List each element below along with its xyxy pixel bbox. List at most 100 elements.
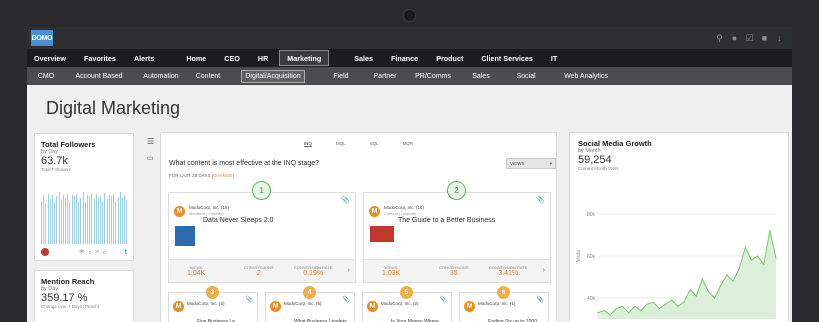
data-point[interactable] <box>732 280 734 282</box>
tab-mqr[interactable]: MQR <box>403 141 414 147</box>
followers-bars <box>41 174 127 244</box>
data-point[interactable] <box>769 230 771 232</box>
nav-ceo[interactable]: CEO <box>217 49 247 67</box>
subnav-sales[interactable]: Sales <box>459 67 503 85</box>
nav-favorites[interactable]: Favorites <box>77 49 123 67</box>
data-point[interactable] <box>621 305 624 307</box>
nav-overview[interactable]: Overview <box>27 49 73 67</box>
org-avatar: M <box>174 206 185 217</box>
data-point[interactable] <box>726 274 728 276</box>
data-point[interactable] <box>603 310 605 312</box>
attach-icon[interactable]: 📎 <box>536 196 545 204</box>
attach-icon[interactable]: 📎 <box>343 296 350 303</box>
chevron-right-icon[interactable]: › <box>348 267 350 274</box>
subnav-field[interactable]: Field <box>319 67 363 85</box>
follower-bar <box>115 200 117 244</box>
data-point[interactable] <box>775 257 777 259</box>
data-point[interactable] <box>634 305 636 307</box>
nav-client-services[interactable]: Client Services <box>474 49 540 67</box>
data-point[interactable] <box>763 263 765 265</box>
follower-bar <box>51 195 53 244</box>
data-point[interactable] <box>658 307 660 310</box>
metric-value: 35 <box>449 270 458 277</box>
data-point[interactable] <box>677 305 679 307</box>
data-point[interactable] <box>701 278 703 280</box>
content-card-2[interactable]: M ModoCorp, Inc. (16) Content | LinkedIn… <box>363 192 551 283</box>
subnav-automation[interactable]: Automation <box>133 67 189 85</box>
data-point[interactable] <box>756 255 759 257</box>
follower-bar <box>71 195 73 244</box>
data-point[interactable] <box>652 301 654 303</box>
subnav-content[interactable]: Content <box>189 67 227 85</box>
subnav-partner[interactable]: Partner <box>363 67 407 85</box>
data-point[interactable] <box>683 301 685 303</box>
data-point[interactable] <box>628 312 630 314</box>
nav-sales[interactable]: Sales <box>347 49 380 67</box>
data-point[interactable] <box>750 259 753 261</box>
subnav-social[interactable]: Social <box>503 67 549 85</box>
comments-icon[interactable]: ✉ <box>95 249 99 255</box>
domo-logo[interactable]: DOMO <box>31 30 53 46</box>
data-point[interactable] <box>738 268 740 270</box>
data-point[interactable] <box>615 307 618 310</box>
data-point[interactable] <box>707 291 710 293</box>
card-metrics: VIEWS 1.03K CONVERSIONS 35 CONVERSION RATE… <box>364 259 550 282</box>
nav-alerts[interactable]: Alerts <box>127 49 161 67</box>
chevron-right-icon[interactable]: › <box>543 267 545 274</box>
data-point[interactable] <box>695 295 697 297</box>
monitor-icon[interactable]: ▭ <box>147 154 154 162</box>
subnav-pr-comms[interactable]: PR/Comms <box>407 67 459 85</box>
nav-marketing[interactable]: Marketing <box>279 50 330 66</box>
chat-icon[interactable]: ■ <box>760 33 769 43</box>
data-point[interactable] <box>689 289 691 291</box>
dropdown-value: VIEWS <box>510 161 525 166</box>
data-point[interactable] <box>714 297 716 299</box>
follower-bar <box>84 202 86 244</box>
avatar[interactable] <box>41 248 49 256</box>
search-icon[interactable]: ⚲ <box>715 33 724 43</box>
follower-bar <box>126 199 127 244</box>
tab-sql[interactable]: SQL <box>370 141 379 147</box>
nav-product[interactable]: Product <box>429 49 470 67</box>
nav-finance[interactable]: Finance <box>384 49 425 67</box>
twitter-icon[interactable]: t <box>125 249 127 256</box>
list-icon[interactable]: ☰ <box>147 137 154 146</box>
card-org: ModoCorp, Inc. (5) <box>284 301 322 306</box>
data-point[interactable] <box>646 303 648 305</box>
nav-home[interactable]: Home <box>179 49 213 67</box>
social-card[interactable]: Social Media Growth by Month 59,254 Curr… <box>569 132 789 322</box>
rank-badge: 3 <box>206 286 219 299</box>
nav-it[interactable]: IT <box>544 49 564 67</box>
data-point[interactable] <box>640 310 642 312</box>
content-card-1[interactable]: M ModoCorp, Inc. (18) Mentions | LinkedI… <box>168 192 356 283</box>
subnav-account-based[interactable]: Account Based <box>65 67 133 85</box>
card-title[interactable]: Data Never Sleeps 2.0 <box>203 217 273 224</box>
follower-bar <box>100 195 101 244</box>
subnav-web-analytics[interactable]: Web Analytics <box>549 67 623 85</box>
attach-icon[interactable]: 📎 <box>246 296 253 303</box>
attach-icon[interactable]: 📎 <box>537 296 544 303</box>
data-point[interactable] <box>609 314 611 316</box>
attach-icon[interactable]: 📎 <box>341 196 350 204</box>
data-point[interactable] <box>597 312 599 314</box>
card-title[interactable]: The Guide to a Better Business <box>398 217 495 224</box>
subnav-cmo[interactable]: CMO <box>27 67 65 85</box>
change-link[interactable]: CHANGE <box>213 173 232 178</box>
metric-dropdown[interactable]: VIEWS ▾ <box>506 158 556 169</box>
checklist-icon[interactable]: ☑ <box>745 33 754 43</box>
data-point[interactable] <box>664 303 667 305</box>
subnav-digital-acquisition[interactable]: Digital/Acquisition <box>227 67 319 85</box>
nav-hr[interactable]: HR <box>251 49 275 67</box>
download-icon[interactable]: ↓ <box>775 33 784 43</box>
data-point[interactable] <box>671 299 673 301</box>
followers-card[interactable]: Total Followers by Day 63.7k Total Follo… <box>34 133 134 261</box>
follower-bar <box>102 200 103 244</box>
data-point[interactable] <box>744 247 746 249</box>
globe-icon[interactable]: ● <box>730 33 739 43</box>
tab-inq[interactable]: INQ <box>303 141 312 147</box>
mention-card[interactable]: Mention Reach by Day 359.17 % Change ove… <box>34 270 134 322</box>
device-frame: DOMO ⚲ ● ☑ ■ ↓ Overview Favorites Alerts Ho… <box>0 0 819 322</box>
attach-icon[interactable]: 📎 <box>440 296 447 303</box>
tab-mql[interactable]: MQL <box>336 141 346 147</box>
data-point[interactable] <box>720 284 722 286</box>
